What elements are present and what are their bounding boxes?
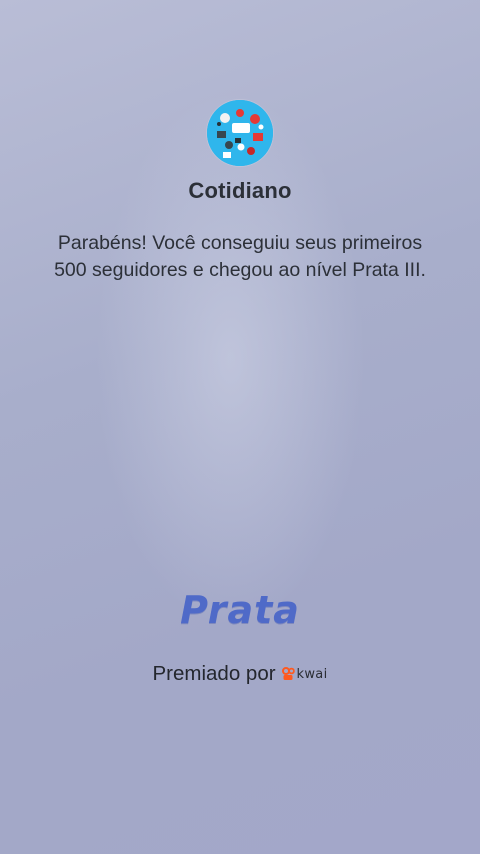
profile-avatar — [207, 100, 273, 166]
awarded-by-row: Premiado por kwai — [0, 662, 480, 686]
kwai-logo-icon — [281, 667, 295, 680]
congratulations-message: Parabéns! Você conseguiu seus primeiros … — [54, 232, 426, 281]
group-photo-avatar-icon — [207, 100, 273, 166]
level-badge-text: Prata — [180, 588, 300, 632]
profile-name: Cotidiano — [188, 178, 292, 203]
awarded-by-label: Premiado por — [152, 662, 276, 685]
kwai-brand: kwai — [281, 666, 328, 682]
kwai-brand-name: kwai — [296, 667, 328, 682]
